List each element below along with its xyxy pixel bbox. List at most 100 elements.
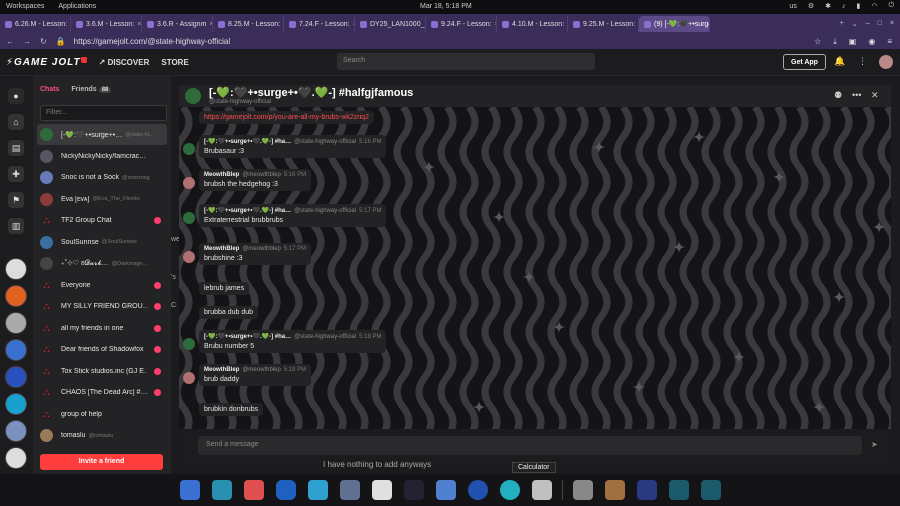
- close-window-icon[interactable]: ×: [890, 20, 894, 28]
- message-author[interactable]: MeowthBlep: [204, 367, 239, 373]
- screenshot-app-icon[interactable]: [211, 480, 232, 500]
- close-chat-icon[interactable]: ✕: [871, 90, 879, 101]
- message-avatar[interactable]: [183, 372, 195, 384]
- message-avatar[interactable]: [183, 212, 195, 224]
- invite-friend-button[interactable]: Invite a friend: [40, 454, 163, 470]
- gamejolt-logo[interactable]: ⚡GAME JOLT: [6, 56, 87, 68]
- back-icon[interactable]: ←: [6, 37, 14, 46]
- send-icon[interactable]: ➤: [871, 440, 878, 449]
- bookmark-star-icon[interactable]: ☆: [814, 37, 821, 47]
- message-author[interactable]: MeowthBlep: [204, 246, 239, 252]
- lock-icon[interactable]: 🔒: [56, 37, 66, 46]
- chat-list-item[interactable]: Eva [ᴇᴠᴀ] @Eva_The_Flexikc: [37, 189, 167, 210]
- applications-menu[interactable]: Applications: [58, 3, 96, 10]
- chat-list-item[interactable]: ⛬ Tox Stick studios.inc (GJ E…: [37, 361, 167, 382]
- chat-list-item[interactable]: ⛬ Dear friends of Shadowfox: [37, 339, 167, 360]
- browser-tab[interactable]: 9.24.F - Lesson:×: [426, 16, 497, 32]
- message-link[interactable]: https://gamejolt.com/p/you-are-all-my-br…: [204, 114, 369, 121]
- community-avatar[interactable]: [5, 420, 27, 442]
- message-author[interactable]: [-💚:🖤+•surge+•🖤.💚-] #ha…: [204, 208, 291, 214]
- message-bubble[interactable]: [-💚:🖤+•surge+•🖤.💚-] #ha… @state-highway-o…: [199, 135, 387, 158]
- message-avatar[interactable]: [183, 177, 195, 189]
- community-avatar[interactable]: [5, 312, 27, 334]
- store-link[interactable]: STORE: [161, 58, 188, 67]
- maximize-icon[interactable]: □: [878, 20, 882, 28]
- profile-icon[interactable]: ◉: [868, 37, 875, 47]
- url-field[interactable]: https://gamejolt.com/@state-highway-offi…: [74, 37, 230, 46]
- terminal-icon[interactable]: [403, 480, 424, 500]
- text-editor-icon[interactable]: [339, 480, 360, 500]
- message-avatar[interactable]: [183, 143, 195, 155]
- message-bubble[interactable]: brubkin donbrubs: [199, 403, 264, 416]
- window-thumbnail[interactable]: [604, 480, 625, 500]
- community-avatar[interactable]: [5, 258, 27, 280]
- forward-icon[interactable]: →: [23, 37, 31, 46]
- browser-tab-active[interactable]: (9) [-💚:🖤+•surge×: [639, 16, 710, 32]
- community-avatar[interactable]: [5, 393, 27, 415]
- message-username[interactable]: @state-highway-official: [294, 208, 356, 214]
- message-author[interactable]: [-💚:🖤+•surge+•🖤.💚-] #ha…: [204, 334, 291, 340]
- window-thumbnail[interactable]: [636, 480, 657, 500]
- message-bubble[interactable]: MeowthBlep @meowthblep 5:16 PM brubsh the h…: [199, 169, 312, 191]
- members-icon[interactable]: ⚉: [834, 90, 842, 101]
- chat-list-item[interactable]: Snoc is not a Sock @snocmsg: [37, 167, 167, 188]
- calculator-icon[interactable]: [531, 480, 552, 500]
- message-author[interactable]: [-💚:🖤+•surge+•🖤.💚-] #ha…: [204, 139, 291, 145]
- message-avatar[interactable]: [183, 251, 195, 263]
- community-avatar[interactable]: [5, 285, 27, 307]
- message-bubble[interactable]: MeowthBlep @meowthblep 5:17 PM brubshine :3: [199, 243, 312, 265]
- browser-tab[interactable]: 7.24.F - Lesson:×: [284, 16, 355, 32]
- settings-icon[interactable]: ⚙: [808, 2, 814, 10]
- workspaces-menu[interactable]: Workspaces: [6, 3, 44, 10]
- chat-list-item[interactable]: SoulSunrise @SoulSunrise: [37, 232, 167, 253]
- trophy-icon[interactable]: ⚑: [8, 192, 24, 208]
- chat-avatar[interactable]: [185, 88, 201, 104]
- message-bubble[interactable]: lebrub james: [199, 282, 250, 295]
- browser-app-icon[interactable]: [275, 480, 296, 500]
- chat-list-item[interactable]: ⛬ all my friends in one: [37, 318, 167, 339]
- shop-icon[interactable]: ⌂: [8, 114, 24, 130]
- discover-link[interactable]: ↗ DISCOVER: [99, 58, 150, 67]
- chat-list-item[interactable]: ⛬ group of help: [37, 404, 167, 425]
- document-app-icon[interactable]: [371, 480, 392, 500]
- stats-icon[interactable]: ▥: [8, 218, 24, 234]
- browser-tab[interactable]: 6.26.M - Lesson:×: [0, 16, 71, 32]
- message-bubble[interactable]: MeowthBlep @meowthblep 5:18 PM brub daddy: [199, 364, 312, 386]
- options-icon[interactable]: •••: [852, 90, 861, 100]
- browser-tab[interactable]: 8.25.M - Lesson:×: [213, 16, 284, 32]
- community-avatar[interactable]: [5, 339, 27, 361]
- keyboard-layout[interactable]: us: [789, 3, 796, 10]
- browser-tab[interactable]: 9.25.M - Lesson:×: [568, 16, 639, 32]
- new-tab-icon[interactable]: +: [840, 20, 844, 28]
- chat-list-item[interactable]: ⛬ TF2 Group Chat: [37, 210, 167, 231]
- window-thumbnail[interactable]: [668, 480, 689, 500]
- camera-app-icon[interactable]: [499, 480, 520, 500]
- extensions-icon[interactable]: ▣: [849, 37, 857, 47]
- tab-list-icon[interactable]: ⌄: [852, 20, 858, 28]
- update-app-icon[interactable]: [467, 480, 488, 500]
- tab-friends[interactable]: Friends 88: [71, 86, 112, 93]
- settings-app-icon[interactable]: [572, 480, 593, 500]
- minimize-icon[interactable]: –: [866, 20, 870, 28]
- power-icon[interactable]: ⏻: [888, 2, 894, 10]
- apps-grid-icon[interactable]: [243, 480, 264, 500]
- close-tab-icon[interactable]: ×: [137, 21, 141, 28]
- window-thumbnail[interactable]: [700, 480, 721, 500]
- search-input[interactable]: Search: [337, 53, 595, 70]
- message-bubble[interactable]: [-💚:🖤+•surge+•🖤.💚-] #ha… @state-highway-o…: [199, 330, 387, 353]
- message-input[interactable]: Send a message: [198, 436, 862, 455]
- message-username[interactable]: @meowthblep: [242, 172, 280, 178]
- browser-tab[interactable]: 3.6.M - Lesson: ×: [71, 16, 142, 32]
- browser-tab[interactable]: DY25_LAN1000_×: [355, 16, 426, 32]
- volume-icon[interactable]: ♪: [842, 3, 846, 10]
- bluetooth-icon[interactable]: ✱: [825, 2, 831, 10]
- clock[interactable]: Mar 18, 5:18 PM: [420, 3, 472, 10]
- files-app-icon[interactable]: [307, 480, 328, 500]
- chat-list-item[interactable]: NickyNickyNicky/famcrac…: [37, 146, 167, 167]
- browser-tab[interactable]: 4.10.M - Lesson:×: [497, 16, 568, 32]
- wifi-icon[interactable]: ◠: [871, 2, 877, 10]
- browser-tab[interactable]: 3.6.R - Assignm×: [142, 16, 213, 32]
- downloads-icon[interactable]: ⤓: [833, 37, 837, 47]
- chat-subtitle[interactable]: @state-highway-official: [209, 99, 271, 105]
- installer-icon[interactable]: [435, 480, 456, 500]
